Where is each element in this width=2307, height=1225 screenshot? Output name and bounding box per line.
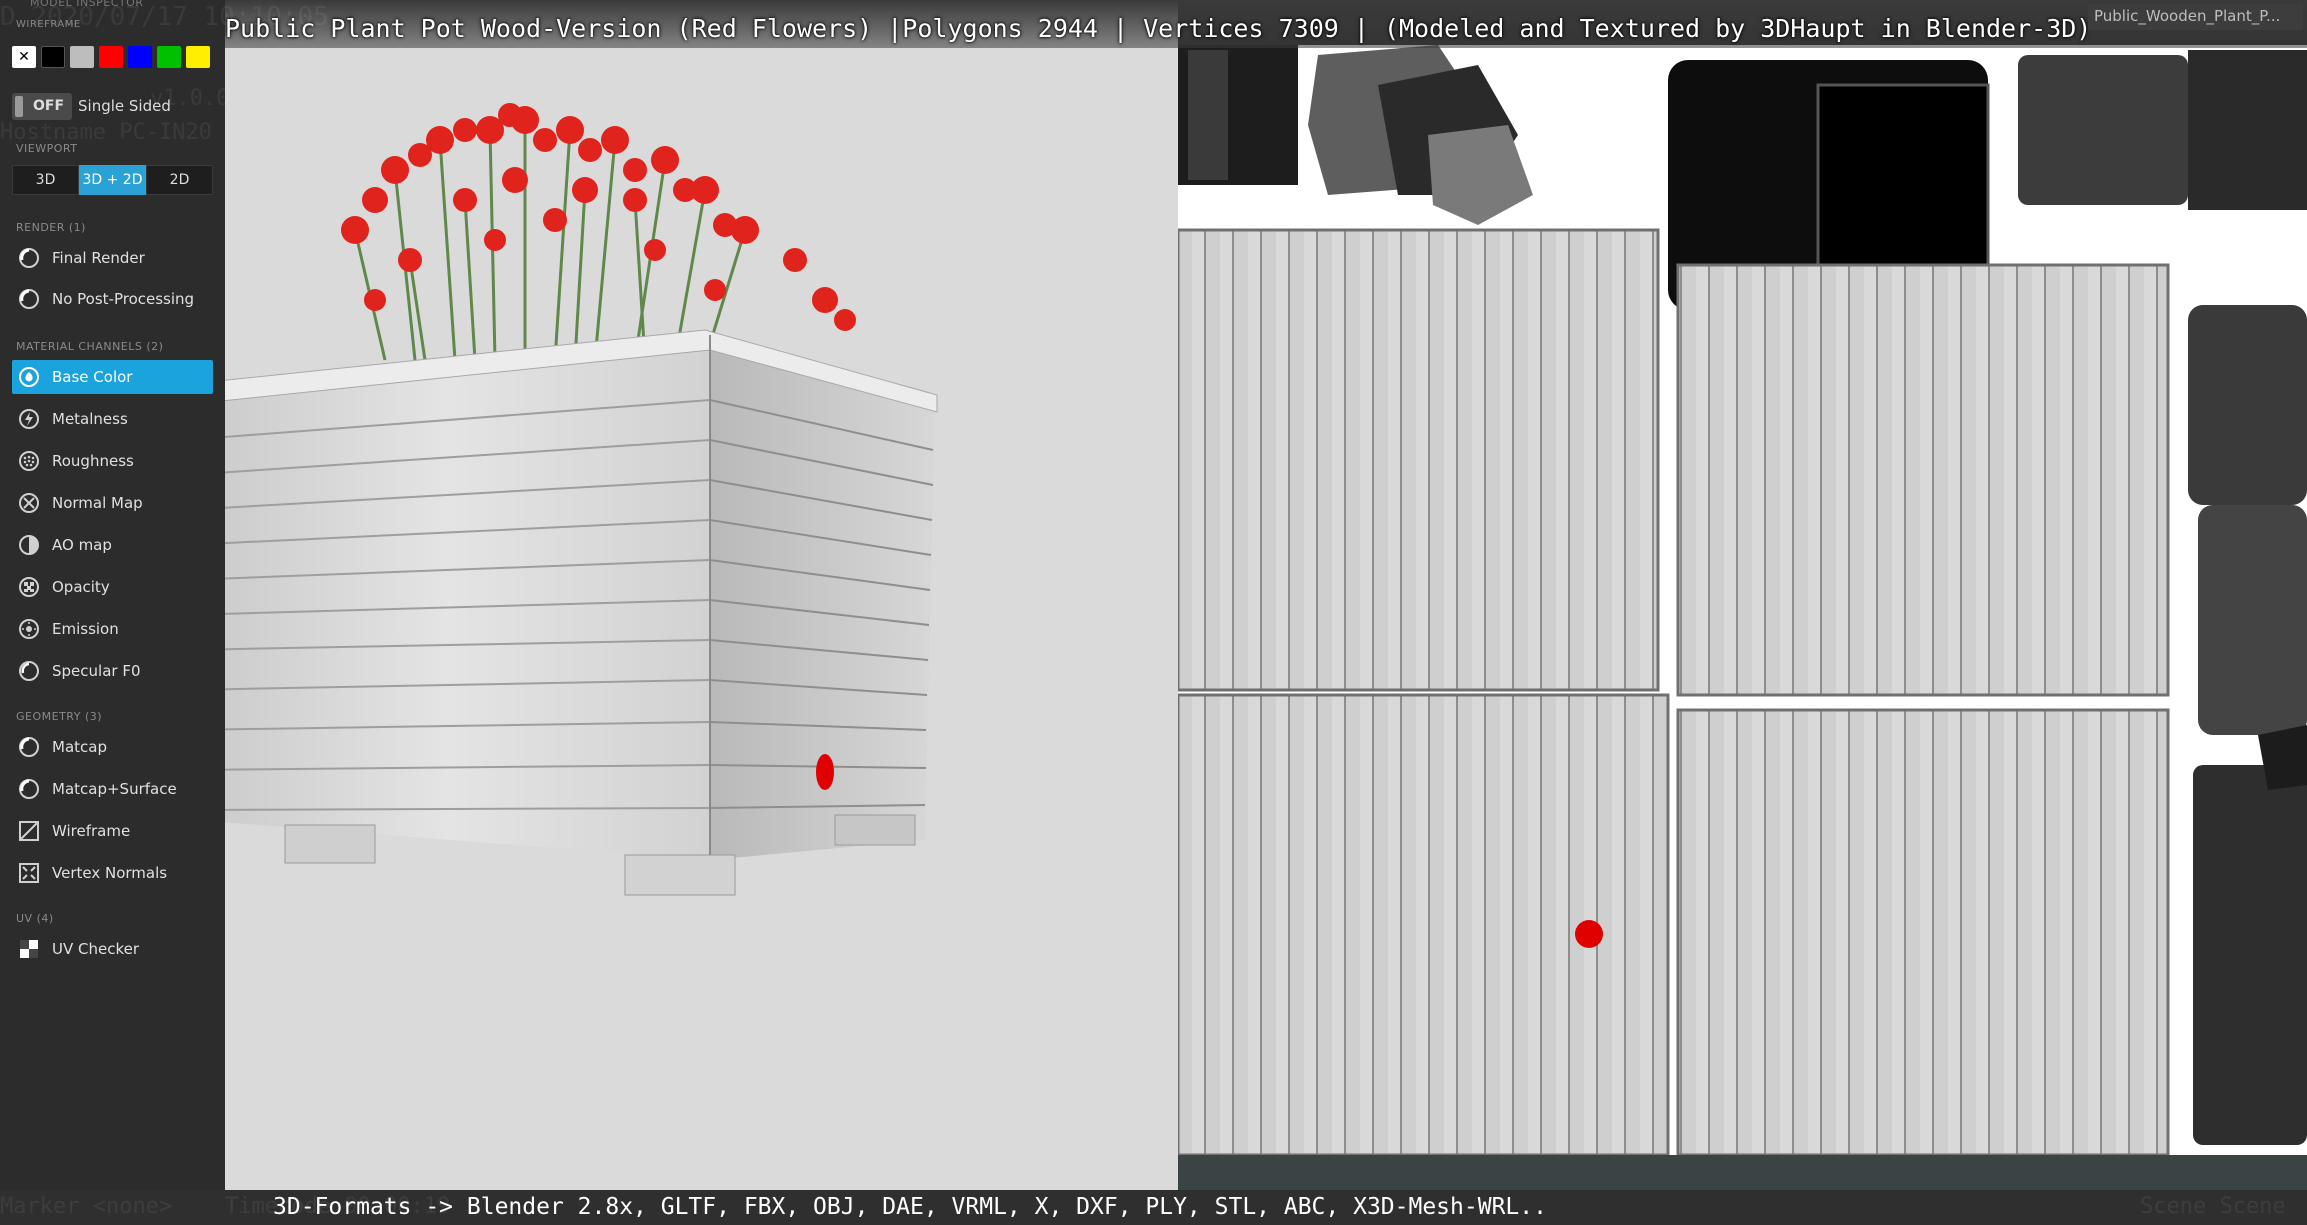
item-label: Final Render (52, 249, 145, 267)
uv-status-strip (1178, 1155, 2307, 1190)
wireframe-color-black[interactable] (41, 46, 65, 68)
emission-icon (16, 616, 42, 642)
item-label: Matcap (52, 738, 107, 756)
wireframe-color-blue[interactable] (128, 46, 152, 68)
wireframe-color-yellow[interactable] (186, 46, 210, 68)
vertex-normals-icon (16, 860, 42, 886)
item-label: Roughness (52, 452, 134, 470)
channel-emission[interactable]: Emission (12, 612, 213, 646)
item-label: Vertex Normals (52, 864, 168, 882)
matcap-surface-icon (16, 776, 42, 802)
channel-base-color[interactable]: Base Color (12, 360, 213, 394)
item-label: Wireframe (52, 822, 131, 840)
metalness-icon (16, 406, 42, 432)
wireframe-color-swatches: ✕ (12, 46, 210, 68)
channel-roughness[interactable]: Roughness (12, 444, 213, 478)
export-formats-caption: 3D-Formats -> Blender 2.8x, GLTF, FBX, O… (273, 1194, 1547, 1220)
uv-checker-icon (16, 936, 42, 962)
wireframe-section-label: WIREFRAME (16, 19, 81, 30)
channel-opacity[interactable]: Opacity (12, 570, 213, 604)
viewport-option-3d-2d[interactable]: 3D + 2D (79, 165, 146, 195)
overlay-marker: Marker <none> (0, 1194, 173, 1219)
overlay-scene: Scene Scene (2140, 1194, 2286, 1219)
render-icon (16, 245, 42, 271)
single-sided-label: Single Sided (78, 97, 171, 115)
uv-checker[interactable]: UV Checker (12, 932, 213, 966)
item-label: Emission (52, 620, 119, 638)
channel-metalness[interactable]: Metalness (12, 402, 213, 436)
item-label: Matcap+Surface (52, 780, 177, 798)
toggle-state: OFF (33, 98, 65, 114)
geometry-matcap-surface[interactable]: Matcap+Surface (12, 772, 213, 806)
ao-map-icon (16, 532, 42, 558)
wireframe-color-gray[interactable] (70, 46, 94, 68)
file-name-badge[interactable]: Public_Wooden_Plant_P... (2088, 4, 2303, 30)
normal-map-icon (16, 490, 42, 516)
plant-pot-render (225, 103, 938, 896)
roughness-icon (16, 448, 42, 474)
geometry-matcap[interactable]: Matcap (12, 730, 213, 764)
item-label: Opacity (52, 578, 110, 596)
viewport-option-3d[interactable]: 3D (12, 165, 79, 195)
toggle-knob (15, 96, 23, 117)
geometry-wireframe[interactable]: Wireframe (12, 814, 213, 848)
wireframe-color-green[interactable] (157, 46, 181, 68)
channel-ao-map[interactable]: AO map (12, 528, 213, 562)
channel-normal-map[interactable]: Normal Map (12, 486, 213, 520)
item-label: Base Color (52, 368, 133, 386)
viewport-3d[interactable] (225, 0, 1178, 1190)
wireframe-color-none[interactable]: ✕ (12, 46, 36, 68)
uv-section-label: UV (4) (16, 912, 54, 925)
viewport-section-label: VIEWPORT (16, 142, 78, 155)
opacity-icon (16, 574, 42, 600)
render-section-label: RENDER (1) (16, 221, 86, 234)
viewport-option-2d[interactable]: 2D (146, 165, 213, 195)
wireframe-icon (16, 818, 42, 844)
item-label: UV Checker (52, 940, 140, 958)
render-final-render[interactable]: Final Render (12, 241, 213, 275)
single-sided-toggle[interactable]: OFF (12, 93, 72, 120)
viewport-mode-selector: 3D 3D + 2D 2D (12, 165, 213, 195)
model-title: Public Plant Pot Wood-Version (Red Flowe… (225, 14, 2092, 43)
item-label: Normal Map (52, 494, 143, 512)
geometry-vertex-normals[interactable]: Vertex Normals (12, 856, 213, 890)
base-color-icon (16, 364, 42, 390)
item-label: No Post-Processing (52, 290, 195, 308)
wireframe-color-red[interactable] (99, 46, 123, 68)
model-inspector-sidebar: D 2020/07/17 10:10:05 v1.0.0 Hostname PC… (0, 0, 329, 1225)
item-label: AO map (52, 536, 112, 554)
viewport-uv[interactable] (1178, 45, 2307, 1155)
render-icon (16, 286, 42, 312)
item-label: Metalness (52, 410, 128, 428)
uv-map-texture (1178, 45, 2307, 1155)
matcap-icon (16, 734, 42, 760)
item-label: Specular F0 (52, 662, 141, 680)
panel-title: Model Inspector (30, 0, 144, 9)
material-section-label: MATERIAL CHANNELS (2) (16, 340, 164, 353)
channel-specular-f0[interactable]: Specular F0 (12, 654, 213, 688)
specular-icon (16, 658, 42, 684)
render-no-post-processing[interactable]: No Post-Processing (12, 282, 213, 316)
geometry-section-label: GEOMETRY (3) (16, 710, 103, 723)
